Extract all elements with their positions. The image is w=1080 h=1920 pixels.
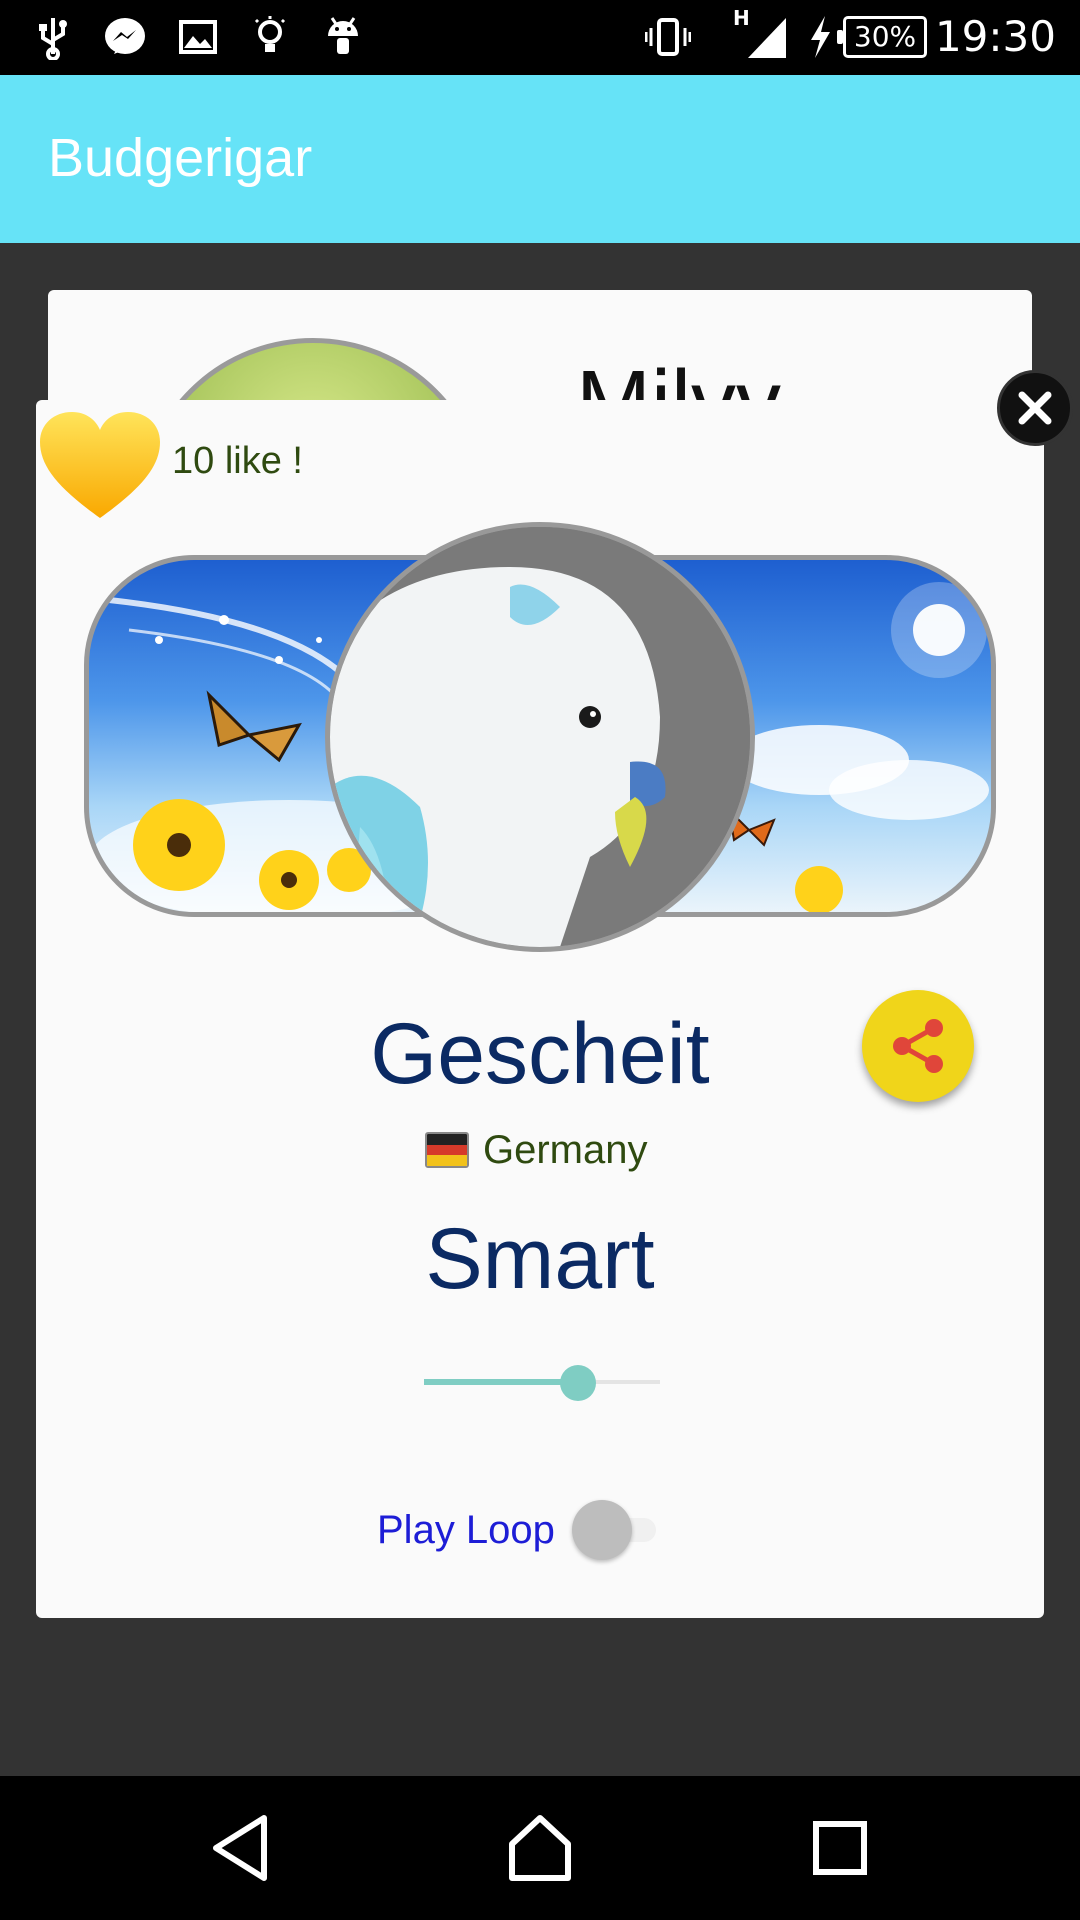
charging-icon: [805, 14, 835, 60]
toggle-thumb[interactable]: [572, 1500, 632, 1560]
messenger-icon: [102, 14, 148, 60]
slider-thumb[interactable]: [560, 1365, 596, 1401]
clock: 19:30: [934, 12, 1056, 61]
slider-fill: [424, 1379, 578, 1385]
heart-icon[interactable]: [38, 410, 162, 522]
signal-icon: [744, 14, 790, 60]
budgie-illustration: [330, 527, 750, 947]
app-bar: Budgerigar: [0, 75, 1080, 243]
share-icon: [893, 1019, 943, 1073]
back-icon: [213, 1815, 267, 1881]
back-button[interactable]: [202, 1808, 282, 1888]
volume-slider[interactable]: [424, 1362, 660, 1402]
navigation-bar: [0, 1776, 1080, 1920]
play-loop-toggle[interactable]: [568, 1500, 664, 1560]
country-label: Germany: [483, 1127, 648, 1172]
android-icon: [320, 14, 366, 60]
app-title: Budgerigar: [48, 128, 313, 188]
close-icon: [1018, 391, 1052, 425]
play-loop-label: Play Loop: [377, 1508, 555, 1552]
status-bar: H 30% 19:30: [0, 0, 1080, 75]
like-count: 10 like !: [172, 440, 303, 482]
germany-flag-icon: [425, 1132, 469, 1168]
home-button[interactable]: [500, 1808, 580, 1888]
battery-icon: 30%: [837, 16, 927, 58]
gallery-icon: [175, 14, 221, 60]
bulb-icon: [247, 14, 293, 60]
recents-button[interactable]: [800, 1808, 880, 1888]
share-button[interactable]: [862, 990, 974, 1102]
recents-icon: [813, 1821, 867, 1875]
close-button[interactable]: [997, 370, 1073, 446]
vibrate-icon: [644, 14, 692, 60]
home-icon: [509, 1815, 571, 1881]
country-row: Germany: [425, 1125, 648, 1175]
word-image: [325, 522, 755, 952]
usb-icon: [30, 14, 76, 61]
translation-word: Smart: [425, 1211, 655, 1307]
